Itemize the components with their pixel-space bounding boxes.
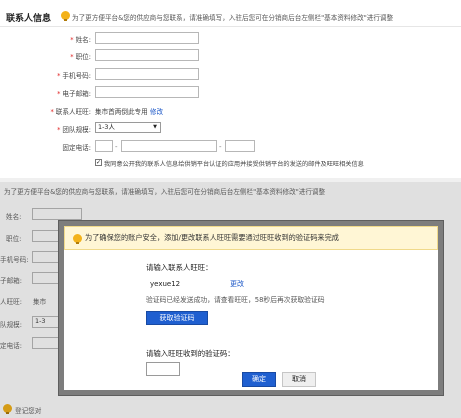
wangwang-row: * 联系人旺旺: 集市首两倒此专用 修改	[0, 104, 461, 118]
required-mark: *	[57, 72, 61, 80]
wangwang-label-text: 联系人旺旺:	[55, 108, 91, 116]
required-mark: *	[50, 108, 54, 116]
name-input[interactable]	[95, 32, 199, 44]
agree-row: ✓ 我同意公开我的联系人信息给供销平台认证的应用并接受供销平台的发送的邮件及旺旺…	[0, 158, 461, 172]
cancel-button[interactable]: 取消	[282, 372, 316, 387]
phone-row: 固定电话: - -	[0, 140, 461, 154]
dropdown-arrow-icon: ▼	[153, 124, 157, 130]
wangwang-value-text: 集市首两倒此专用	[95, 108, 148, 116]
mobile-input[interactable]	[95, 68, 199, 80]
position-input[interactable]	[95, 49, 199, 61]
wangwang-value: yexue12	[150, 280, 181, 288]
change-wangwang-link[interactable]: 更改	[230, 279, 244, 289]
phone-dash: -	[219, 143, 222, 151]
required-mark: *	[57, 126, 61, 134]
dialog-warning-text: 为了确保您的账户安全，添加/更改联系人旺旺需要通过旺旺收到的验证码来完成	[85, 233, 339, 242]
lightbulb-icon	[61, 11, 70, 21]
name-label: * 姓名:	[70, 34, 91, 44]
position-label: * 职位:	[70, 51, 91, 61]
wangwang-value: 集市首两倒此专用 修改	[95, 106, 163, 116]
mobile-row: * 手机号码:	[0, 68, 461, 82]
section-header: 联系人信息 为了更方便平台&您的供应商与您联系，请准确填写，入驻后您可在分销商后…	[0, 6, 461, 27]
wangwang-label: * 联系人旺旺:	[51, 106, 92, 116]
confirm-button[interactable]: 确定	[242, 372, 276, 387]
email-row: * 电子邮箱:	[0, 86, 461, 100]
dialog-warning-bar: 为了确保您的账户安全，添加/更改联系人旺旺需要通过旺旺收到的验证码来完成	[64, 226, 438, 250]
mobile-label-text: 手机号码:	[62, 72, 91, 80]
team-row: * 团队规模: 1-3人 ▼	[0, 122, 461, 136]
enter-code-label: 请输入旺旺收到的验证码：	[146, 349, 235, 358]
email-label-text: 电子邮箱:	[62, 90, 91, 98]
name-row: * 姓名:	[0, 32, 461, 46]
phone-number-input[interactable]	[121, 140, 217, 152]
agree-text: 我同意公开我的联系人信息给供销平台认证的应用并接受供销平台的发送的邮件及旺旺相关…	[104, 161, 364, 168]
get-code-button[interactable]: 获取验证码	[146, 311, 208, 325]
mobile-label: * 手机号码:	[57, 70, 91, 80]
section-title: 联系人信息	[6, 14, 52, 24]
required-mark: *	[57, 90, 61, 98]
email-input[interactable]	[95, 86, 199, 98]
required-mark: *	[70, 53, 74, 61]
position-label-text: 职位:	[75, 53, 91, 61]
wangwang-edit-link[interactable]: 修改	[150, 108, 163, 116]
contact-info-form: 联系人信息 为了更方便平台&您的供应商与您联系，请准确填写，入驻后您可在分销商后…	[0, 0, 461, 176]
required-mark: *	[70, 36, 74, 44]
verification-screen: 为了更方便平台&您的供应商与您联系，请准确填写，入驻后您可在分销商后台左侧栏"基…	[0, 182, 461, 418]
email-label: * 电子邮箱:	[57, 88, 91, 98]
name-label-text: 姓名:	[75, 36, 91, 44]
code-sent-text: 验证码已经发送成功，请查看旺旺，58秒后再次获取验证码	[146, 296, 325, 304]
phone-dash: -	[115, 143, 118, 151]
enter-wangwang-label: 请输入联系人旺旺：	[146, 263, 213, 272]
team-size-value: 1-3人	[98, 123, 115, 131]
verification-code-input[interactable]	[146, 362, 180, 376]
phone-ext-input[interactable]	[225, 140, 255, 152]
position-row: * 职位:	[0, 49, 461, 63]
agree-checkbox[interactable]: ✓	[95, 159, 102, 166]
team-size-select[interactable]: 1-3人 ▼	[95, 122, 161, 133]
verification-dialog: 为了确保您的账户安全，添加/更改联系人旺旺需要通过旺旺收到的验证码来完成 请输入…	[64, 226, 438, 390]
team-label-text: 团队规模:	[62, 126, 91, 134]
lightbulb-icon	[73, 234, 82, 244]
phone-area-input[interactable]	[95, 140, 113, 152]
team-label: * 团队规模:	[57, 124, 91, 134]
section-hint: 为了更方便平台&您的供应商与您联系，请准确填写，入驻后您可在分销商后台左侧栏"基…	[72, 14, 394, 22]
phone-label: 固定电话:	[62, 144, 91, 152]
